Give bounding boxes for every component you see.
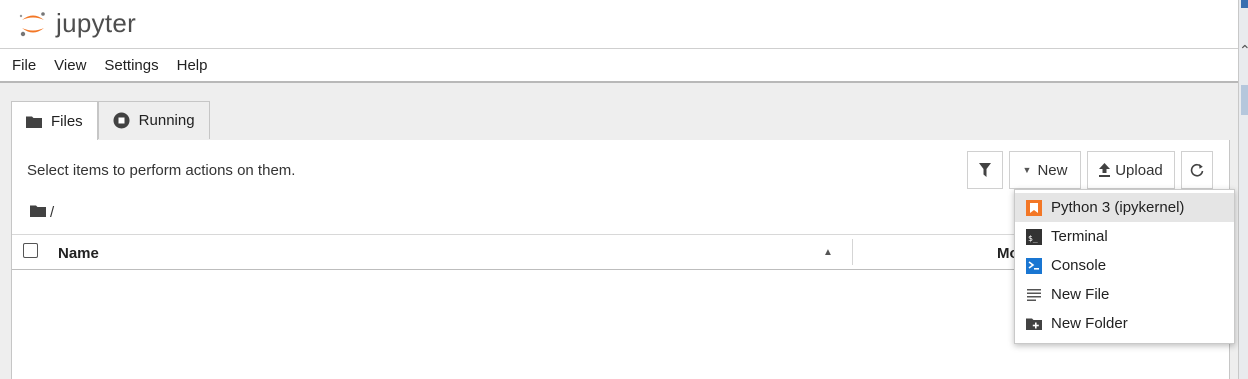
upload-button-label: Upload [1115,161,1163,179]
select-all-checkbox[interactable] [23,243,38,258]
column-name[interactable]: Name [58,245,99,262]
menu-file[interactable]: File [0,57,45,74]
tab-running-label: Running [138,112,195,129]
refresh-icon [1190,163,1204,177]
terminal-icon: $_ [1025,228,1042,245]
python-notebook-icon [1025,199,1042,216]
new-button-label: New [1037,161,1068,179]
tab-files-label: Files [51,113,83,130]
jupyter-logo-icon [19,11,45,36]
refresh-button[interactable] [1181,151,1213,189]
stop-circle-icon [113,112,130,129]
tab-bar: Files Running [11,101,210,141]
breadcrumb: / [30,204,54,221]
new-console[interactable]: Console [1015,251,1234,280]
jupyter-logo[interactable]: jupyter [18,8,136,39]
breadcrumb-path[interactable]: / [50,204,54,221]
filter-icon [979,163,991,177]
filter-button[interactable] [967,151,1003,189]
new-python3-notebook[interactable]: Python 3 (ipykernel) [1015,193,1234,222]
new-button[interactable]: ▼ New [1009,151,1081,189]
new-dropdown-menu: Python 3 (ipykernel) $_ Terminal Console… [1014,189,1235,344]
caret-down-icon: ▼ [1022,165,1032,175]
sort-ascending-icon: ▲ [823,247,833,258]
scrollbar-thumb[interactable] [1241,85,1248,115]
top-header: jupyter [0,0,1238,49]
text-file-icon [1025,286,1042,303]
menu-bar: File View Settings Help [0,49,1238,83]
tab-files[interactable]: Files [11,101,98,141]
folder-icon [26,115,42,128]
new-console-label: Console [1051,257,1107,274]
upload-icon [1099,163,1111,177]
console-icon [1025,257,1042,274]
new-python3-label: Python 3 (ipykernel) [1051,199,1185,216]
menu-settings[interactable]: Settings [95,57,167,74]
menu-help[interactable]: Help [168,57,217,74]
outer-scrollbar[interactable]: ⌃ [1239,0,1248,379]
new-terminal[interactable]: $_ Terminal [1015,222,1234,251]
tab-running[interactable]: Running [97,101,210,139]
jupyter-window: jupyter File View Settings Help Files Ru… [0,0,1239,379]
selection-hint: Select items to perform actions on them. [27,162,296,179]
folder-icon[interactable] [30,204,46,221]
menu-view[interactable]: View [45,57,95,74]
new-terminal-label: Terminal [1051,228,1108,245]
file-toolbar: ▼ New Upload [961,151,1213,189]
scrollbar-top-cap [1241,0,1248,8]
new-file-label: New File [1051,286,1110,303]
new-folder-label: New Folder [1051,315,1128,332]
upload-button[interactable]: Upload [1087,151,1175,189]
column-divider[interactable] [852,239,853,265]
chevron-up-icon[interactable]: ⌃ [1239,42,1248,59]
new-folder-icon [1025,315,1042,332]
new-folder[interactable]: New Folder [1015,309,1234,338]
logo-text: jupyter [56,8,137,38]
new-text-file[interactable]: New File [1015,280,1234,309]
svg-text:$_: $_ [1028,234,1038,243]
